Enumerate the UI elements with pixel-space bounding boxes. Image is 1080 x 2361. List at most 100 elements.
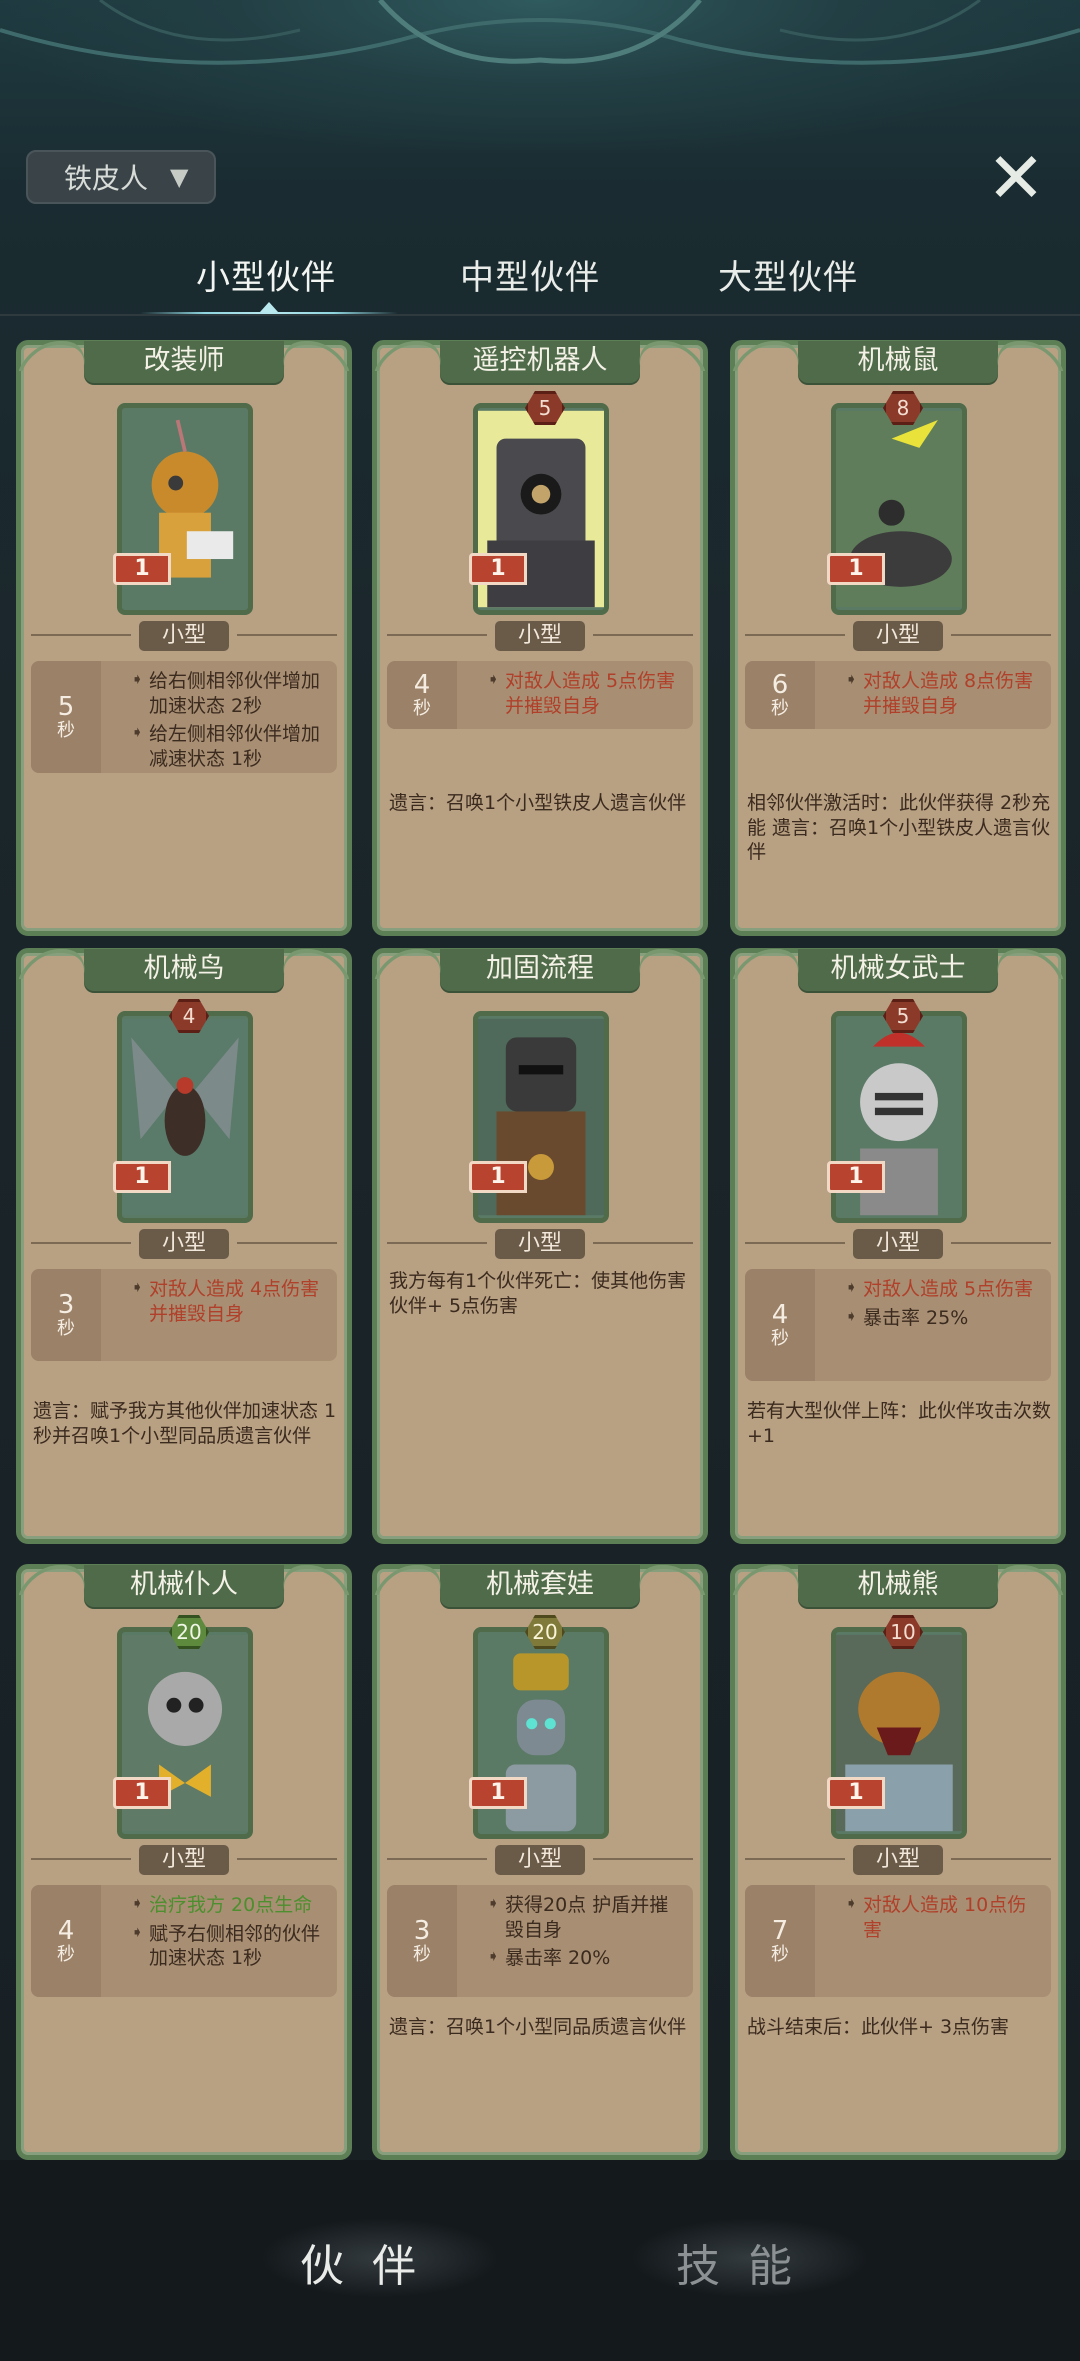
effect-lines: 对敌人造成 10点伤害 (845, 1885, 1051, 1954)
effect-line: 对敌人造成 10点伤害 (845, 1893, 1043, 1942)
effect-lines: 对敌人造成 8点伤害并摧毁自身 (845, 661, 1051, 730)
size-row: 小型 (387, 1845, 693, 1875)
cooldown-timer: 4 秒 (31, 1885, 101, 1997)
effect-line: 暴击率 25% (845, 1306, 1043, 1331)
card-extra-text: 遗言：赋予我方其他伙伴加速状态 1秒并召唤1个小型同品质遗言伙伴 (33, 1400, 337, 1447)
close-button[interactable]: ✕ (980, 142, 1052, 214)
effect-line: 对敌人造成 8点伤害并摧毁自身 (845, 669, 1043, 718)
size-row: 小型 (745, 621, 1051, 651)
card-title: 机械熊 (798, 1565, 998, 1607)
effect-lines: 对敌人造成 5点伤害并摧毁自身 (487, 661, 693, 730)
partner-card[interactable]: 遥控机器人 5 1 小型 4 秒 对敌人造成 5点伤害并摧毁自身 遗言：召唤1个… (372, 340, 708, 936)
cooldown-timer: 4 秒 (745, 1269, 815, 1381)
cards-grid: 改装师 1 小型 5 秒 给右侧相邻伙伴增加加速状态 2秒 给左侧相邻伙伴增加减… (0, 330, 1080, 2160)
effect-box: 3 秒 获得20点 护盾并摧毁自身 暴击率 20% (387, 1885, 693, 1997)
card-title: 机械鸟 (84, 949, 284, 991)
tabs-divider (0, 314, 1080, 316)
level-flag: 1 (113, 1161, 171, 1193)
card-title: 机械鼠 (798, 341, 998, 383)
effect-line: 给左侧相邻伙伴增加减速状态 1秒 (131, 722, 329, 771)
size-row: 小型 (745, 1229, 1051, 1259)
card-title: 遥控机器人 (440, 341, 640, 383)
card-title: 加固流程 (440, 949, 640, 991)
card-title: 机械仆人 (84, 1565, 284, 1607)
effect-box: 4 秒 对敌人造成 5点伤害并摧毁自身 (387, 661, 693, 729)
size-tag: 小型 (853, 1229, 943, 1259)
level-flag: 1 (469, 553, 527, 585)
size-row: 小型 (745, 1845, 1051, 1875)
level-flag: 1 (469, 1777, 527, 1809)
effect-box: 5 秒 给右侧相邻伙伴增加加速状态 2秒 给左侧相邻伙伴增加减速状态 1秒 (31, 661, 337, 773)
effect-line: 给右侧相邻伙伴增加加速状态 2秒 (131, 669, 329, 718)
tab-medium-partners[interactable]: 中型伙伴 (460, 250, 600, 299)
effect-lines: 治疗我方 20点生命 赋予右侧相邻的伙伴加速状态 1秒 (131, 1885, 337, 1983)
size-row: 小型 (387, 1229, 693, 1259)
size-row: 小型 (31, 621, 337, 651)
level-flag: 1 (469, 1161, 527, 1193)
size-row: 小型 (387, 621, 693, 651)
cooldown-timer: 4 秒 (387, 661, 457, 729)
effect-box: 7 秒 对敌人造成 10点伤害 (745, 1885, 1051, 1997)
partner-card[interactable]: 机械套娃 20 1 小型 3 秒 获得20点 护盾并摧毁自身 暴击率 20% 遗… (372, 1564, 708, 2160)
cooldown-timer: 6 秒 (745, 661, 815, 729)
cooldown-timer: 7 秒 (745, 1885, 815, 1997)
active-tab-caret (260, 302, 278, 312)
partner-card[interactable]: 加固流程 1 小型 我方每有1个伙伴死亡：使其他伤害伙伴+ 5点伤害 (372, 948, 708, 1544)
size-tag: 小型 (495, 1845, 585, 1875)
size-tag: 小型 (139, 1229, 229, 1259)
level-flag: 1 (827, 553, 885, 585)
size-tag: 小型 (853, 1845, 943, 1875)
effect-line: 获得20点 护盾并摧毁自身 (487, 1893, 685, 1942)
effect-line: 对敌人造成 4点伤害并摧毁自身 (131, 1277, 329, 1326)
cooldown-timer: 3 秒 (31, 1269, 101, 1361)
partner-card[interactable]: 机械鼠 8 1 小型 6 秒 对敌人造成 8点伤害并摧毁自身 相邻伙伴激活时：此… (730, 340, 1066, 936)
effect-lines: 对敌人造成 4点伤害并摧毁自身 (131, 1269, 337, 1338)
card-title: 机械套娃 (440, 1565, 640, 1607)
level-flag: 1 (827, 1777, 885, 1809)
top-ornament (0, 0, 1080, 150)
card-title: 机械女武士 (798, 949, 998, 991)
level-flag: 1 (113, 553, 171, 585)
size-tag: 小型 (139, 1845, 229, 1875)
card-extra-text: 相邻伙伴激活时：此伙伴获得 2秒充能 遗言：召唤1个小型铁皮人遗言伙伴 (747, 792, 1051, 864)
bottom-nav: 伙伴 技能 (0, 2160, 1080, 2361)
nav-skills[interactable]: 技能 (676, 2230, 820, 2294)
cooldown-timer: 3 秒 (387, 1885, 457, 1997)
card-extra-text: 战斗结束后：此伙伴+ 3点伤害 (747, 2016, 1010, 2038)
effect-line: 暴击率 20% (487, 1946, 685, 1971)
size-row: 小型 (31, 1229, 337, 1259)
partner-card[interactable]: 机械鸟 4 1 小型 3 秒 对敌人造成 4点伤害并摧毁自身 遗言：赋予我方其他… (16, 948, 352, 1544)
effect-line: 赋予右侧相邻的伙伴加速状态 1秒 (131, 1922, 329, 1971)
filter-dropdown[interactable]: 铁皮人 ▼ (26, 150, 216, 204)
effect-line: 对敌人造成 5点伤害 (845, 1277, 1043, 1302)
level-flag: 1 (827, 1161, 885, 1193)
card-extra-text: 遗言：召唤1个小型同品质遗言伙伴 (389, 2016, 687, 2038)
size-tag: 小型 (495, 1229, 585, 1259)
tab-small-partners[interactable]: 小型伙伴 (196, 250, 336, 299)
level-flag: 1 (113, 1777, 171, 1809)
card-extra-text: 遗言：召唤1个小型铁皮人遗言伙伴 (389, 792, 687, 814)
partner-card[interactable]: 改装师 1 小型 5 秒 给右侧相邻伙伴增加加速状态 2秒 给左侧相邻伙伴增加减… (16, 340, 352, 936)
size-row: 小型 (31, 1845, 337, 1875)
partner-card[interactable]: 机械仆人 20 1 小型 4 秒 治疗我方 20点生命 赋予右侧相邻的伙伴加速状… (16, 1564, 352, 2160)
filter-label: 铁皮人 (64, 162, 149, 195)
effect-box: 4 秒 对敌人造成 5点伤害 暴击率 25% (745, 1269, 1051, 1381)
effect-box: 6 秒 对敌人造成 8点伤害并摧毁自身 (745, 661, 1051, 729)
effect-line: 对敌人造成 5点伤害并摧毁自身 (487, 669, 685, 718)
effect-lines: 获得20点 护盾并摧毁自身 暴击率 20% (487, 1885, 693, 1983)
close-icon: ✕ (986, 137, 1046, 219)
partner-card[interactable]: 机械熊 10 1 小型 7 秒 对敌人造成 10点伤害 战斗结束后：此伙伴+ 3… (730, 1564, 1066, 2160)
card-extra-text: 若有大型伙伴上阵：此伙伴攻击次数+1 (747, 1400, 1052, 1447)
effect-lines: 给右侧相邻伙伴增加加速状态 2秒 给左侧相邻伙伴增加减速状态 1秒 (131, 661, 337, 784)
partner-card[interactable]: 机械女武士 5 1 小型 4 秒 对敌人造成 5点伤害 暴击率 25% 若有大型… (730, 948, 1066, 1544)
tab-large-partners[interactable]: 大型伙伴 (718, 250, 858, 299)
card-title: 改装师 (84, 341, 284, 383)
effect-box: 4 秒 治疗我方 20点生命 赋予右侧相邻的伙伴加速状态 1秒 (31, 1885, 337, 1997)
size-tag: 小型 (495, 621, 585, 651)
cooldown-timer: 5 秒 (31, 661, 101, 773)
size-tag: 小型 (853, 621, 943, 651)
effect-lines: 对敌人造成 5点伤害 暴击率 25% (845, 1269, 1051, 1342)
nav-partners[interactable]: 伙伴 (300, 2230, 444, 2294)
card-extra-text: 我方每有1个伙伴死亡：使其他伤害伙伴+ 5点伤害 (389, 1270, 687, 1317)
size-tag: 小型 (139, 621, 229, 651)
